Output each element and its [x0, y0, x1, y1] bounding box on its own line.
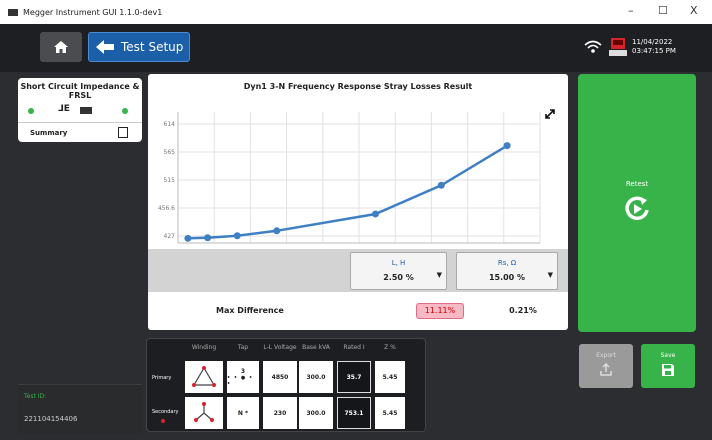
- col-header-tap: Tap: [237, 344, 249, 351]
- y-tick-label: 427: [164, 233, 176, 240]
- primary-voltage[interactable]: 4850: [263, 361, 297, 393]
- summary-row[interactable]: Summary: [18, 122, 142, 142]
- primary-winding-diagram[interactable]: [185, 361, 223, 393]
- retest-icon: [625, 196, 649, 220]
- export-label: Export: [596, 352, 616, 359]
- y-tick-label: 565: [164, 149, 176, 156]
- primary-base-kva[interactable]: 300.0: [299, 361, 333, 393]
- window-title: Megger Instrument GUI 1.1.0-dev1: [23, 7, 163, 17]
- row-label-secondary: Secondary: [152, 409, 179, 415]
- primary-rated-i: 35.7: [337, 361, 371, 393]
- retest-label: Retest: [625, 180, 649, 188]
- status-time: 03:47:15 PM: [632, 47, 676, 55]
- secondary-indicator-icon: [161, 419, 165, 423]
- data-point: [371, 210, 379, 218]
- export-button[interactable]: Export: [579, 344, 633, 388]
- selector-row: L, H 2.50 % ▼ Rs, Ω 15.00 % ▼: [148, 249, 568, 292]
- series-line: [187, 144, 508, 240]
- inductance-selector-label: L, H: [391, 259, 406, 267]
- test-id-panel: Test ID: 221104154406: [18, 384, 142, 434]
- test-id-label: Test ID:: [24, 393, 47, 400]
- col-header-winding: Winding: [191, 344, 217, 351]
- back-button-label: Test Setup: [121, 40, 184, 54]
- retest-button[interactable]: Retest: [578, 74, 696, 332]
- test-card-status-row: ⅃E: [18, 104, 142, 118]
- app-icon: [8, 8, 18, 16]
- row-label-primary: Primary: [152, 375, 172, 381]
- chart-title: Dyn1 3-N Frequency Response Stray Losses…: [243, 82, 473, 91]
- report-icon: [118, 127, 128, 138]
- data-point: [233, 232, 241, 240]
- data-point: [503, 142, 511, 150]
- chevron-down-icon: ▼: [547, 271, 553, 279]
- save-button[interactable]: Save: [641, 344, 695, 388]
- inductance-selector-value: 2.50 %: [383, 273, 414, 282]
- resistance-selector[interactable]: Rs, Ω 15.00 % ▼: [456, 252, 558, 290]
- title-bar: Megger Instrument GUI 1.1.0-dev1 – ☐ X: [0, 0, 712, 24]
- col-header-z: Z %: [384, 344, 396, 351]
- chevron-down-icon: ▼: [436, 271, 442, 279]
- secondary-voltage[interactable]: 230: [263, 397, 297, 429]
- floppy-disk-icon: [662, 364, 674, 376]
- resistance-selector-value: 15.00 %: [488, 273, 526, 282]
- max-difference-label: Max Difference: [216, 306, 284, 315]
- results-panel: Dyn1 3-N Frequency Response Stray Losses…: [148, 74, 568, 330]
- resistance-selector-label: Rs, Ω: [497, 259, 517, 267]
- test-summary-card[interactable]: Short Circuit Impedance & FRSL ⅃E Summar…: [18, 78, 142, 142]
- maximize-button[interactable]: ☐: [658, 4, 668, 17]
- max-difference-row: Max Difference 11.11% 0.21%: [148, 294, 568, 330]
- instrument-icon: [609, 38, 627, 56]
- close-button[interactable]: X: [690, 4, 698, 17]
- primary-tap-value: 3: [240, 367, 246, 375]
- save-label: Save: [660, 352, 676, 359]
- y-tick-label: 614: [164, 121, 176, 128]
- home-button[interactable]: [40, 32, 82, 62]
- secondary-z[interactable]: 5.45: [375, 397, 405, 429]
- data-point: [437, 181, 445, 189]
- transformer-icon: [80, 107, 92, 114]
- col-header-rated-i: Rated I: [343, 344, 365, 351]
- status-date: 11/04/2022: [632, 38, 673, 46]
- y-tick-label: 515: [164, 177, 176, 184]
- winding-symbol: ⅃E: [58, 104, 70, 114]
- tap-position-dots-icon: • • ● • •: [227, 374, 254, 387]
- delta-winding-icon: [192, 366, 216, 387]
- wye-winding-icon: [194, 402, 214, 422]
- inductance-selector[interactable]: L, H 2.50 % ▼: [350, 252, 447, 290]
- status-dot-icon: [122, 108, 128, 114]
- secondary-tap-value[interactable]: N *: [227, 397, 259, 429]
- data-point: [273, 227, 281, 235]
- data-point: [184, 234, 192, 242]
- winding-table: Winding Tap L-L Voltage Base kVA Rated I…: [146, 338, 426, 432]
- max-difference-resistance: 0.21%: [509, 306, 537, 315]
- export-icon: [600, 362, 612, 376]
- max-difference-inductance: 11.11%: [416, 303, 464, 319]
- y-tick-label: 456.6: [158, 205, 175, 212]
- status-area: 11/04/2022 03:47:15 PM: [584, 32, 708, 62]
- col-header-base-kva: Base kVA: [302, 344, 330, 351]
- arrow-left-icon: [96, 40, 114, 54]
- secondary-base-kva[interactable]: 300.0: [299, 397, 333, 429]
- col-header-voltage: L-L Voltage: [263, 344, 297, 351]
- home-icon: [54, 41, 68, 53]
- test-id-value: 221104154406: [24, 415, 78, 423]
- primary-z[interactable]: 5.45: [375, 361, 405, 393]
- back-button[interactable]: Test Setup: [88, 32, 190, 62]
- status-dot-icon: [28, 108, 34, 114]
- summary-label: Summary: [30, 129, 68, 137]
- secondary-rated-i: 753.1: [337, 397, 371, 429]
- minimize-button[interactable]: –: [628, 4, 634, 17]
- data-point: [204, 234, 212, 242]
- secondary-winding-diagram[interactable]: [185, 397, 223, 429]
- wifi-icon: [584, 40, 602, 53]
- test-card-title: Short Circuit Impedance & FRSL: [20, 82, 140, 100]
- primary-tap-selector[interactable]: 3 • • ● • •: [227, 361, 259, 393]
